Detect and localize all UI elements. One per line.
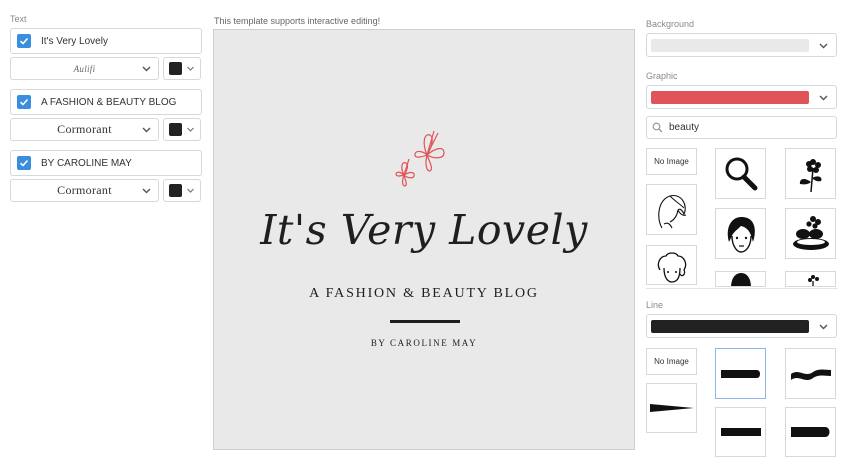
chevron-down-icon	[187, 188, 194, 193]
font-select-subtitle[interactable]: Cormorant	[10, 118, 159, 141]
woman-face-icon[interactable]	[715, 208, 766, 259]
font-select-author[interactable]: Cormorant	[10, 179, 159, 202]
no-image-label: No Image	[654, 157, 689, 166]
rounded-right-line-icon[interactable]	[785, 407, 836, 457]
checkbox-subtitle[interactable]	[17, 95, 31, 109]
flat-line-icon[interactable]	[715, 407, 766, 457]
no-image-label: No Image	[654, 357, 689, 366]
text-field-value: BY CAROLINE MAY	[41, 157, 132, 169]
tapered-line-icon[interactable]	[646, 383, 697, 433]
line-swatch	[651, 320, 809, 333]
checkbox-author[interactable]	[17, 156, 31, 170]
chevron-down-icon	[819, 43, 828, 49]
graphic-search[interactable]	[646, 116, 837, 139]
chevron-down-icon	[142, 66, 151, 72]
design-title[interactable]: It's Very Lovely	[214, 206, 634, 254]
chevron-down-icon	[142, 127, 151, 133]
font-select-value: Cormorant	[57, 122, 112, 136]
editing-hint: This template supports interactive editi…	[214, 16, 381, 26]
color-select-subtitle[interactable]	[163, 118, 201, 141]
line-color-select[interactable]	[646, 314, 837, 338]
text-field-value: It's Very Lovely	[41, 35, 108, 47]
text-panel: Text It's Very Lovely Aulifi A FASHION &…	[10, 14, 202, 211]
font-select-title[interactable]: Aulifi	[10, 57, 159, 80]
search-icon	[652, 122, 663, 133]
wavy-line-icon[interactable]	[785, 348, 836, 399]
checkmark-icon	[19, 159, 29, 167]
magnifier-icon[interactable]	[715, 148, 766, 199]
graphic-swatch	[651, 91, 809, 104]
text-field-author[interactable]: BY CAROLINE MAY	[10, 150, 202, 176]
woman-profile-icon[interactable]	[646, 184, 697, 235]
design-subtitle[interactable]: A FASHION & BEAUTY BLOG	[214, 286, 634, 302]
chevron-down-icon	[819, 324, 828, 330]
panel-divider	[646, 288, 838, 289]
color-swatch	[169, 184, 182, 197]
checkbox-title[interactable]	[17, 34, 31, 48]
color-swatch	[169, 62, 182, 75]
text-section-label: Text	[10, 14, 27, 24]
background-swatch	[651, 39, 809, 52]
font-select-value: Cormorant	[57, 183, 112, 197]
design-author[interactable]: BY CAROLINE MAY	[214, 338, 634, 348]
graphic-no-image[interactable]: No Image	[646, 148, 697, 175]
chevron-down-icon	[187, 66, 194, 71]
face-partial-icon[interactable]	[715, 271, 766, 287]
color-select-title[interactable]	[163, 57, 201, 80]
text-field-value: A FASHION & BEAUTY BLOG	[41, 96, 177, 108]
graphic-label: Graphic	[646, 71, 678, 81]
color-swatch	[169, 123, 182, 136]
flower-partial-icon[interactable]	[785, 271, 836, 287]
spa-stones-icon[interactable]	[785, 208, 836, 259]
graphic-search-input[interactable]	[669, 122, 819, 133]
text-field-subtitle[interactable]: A FASHION & BEAUTY BLOG	[10, 89, 202, 115]
chevron-down-icon	[142, 188, 151, 194]
checkmark-icon	[19, 37, 29, 45]
design-divider-line[interactable]	[390, 320, 460, 323]
line-no-image[interactable]: No Image	[646, 348, 697, 375]
woman-curly-hair-icon[interactable]	[646, 245, 697, 285]
text-field-title[interactable]: It's Very Lovely	[10, 28, 202, 54]
color-select-author[interactable]	[163, 179, 201, 202]
design-preview[interactable]: It's Very Lovely A FASHION & BEAUTY BLOG…	[213, 29, 635, 450]
checkmark-icon	[19, 98, 29, 106]
butterfly-graphic-icon[interactable]	[394, 125, 456, 193]
font-select-value: Aulifi	[73, 63, 96, 74]
flower-plant-icon[interactable]	[785, 148, 836, 199]
graphic-color-select[interactable]	[646, 85, 837, 109]
rounded-end-line-icon[interactable]	[715, 348, 766, 399]
chevron-down-icon	[819, 95, 828, 101]
background-color-select[interactable]	[646, 33, 837, 57]
chevron-down-icon	[187, 127, 194, 132]
background-label: Background	[646, 19, 695, 29]
line-label: Line	[646, 300, 664, 310]
